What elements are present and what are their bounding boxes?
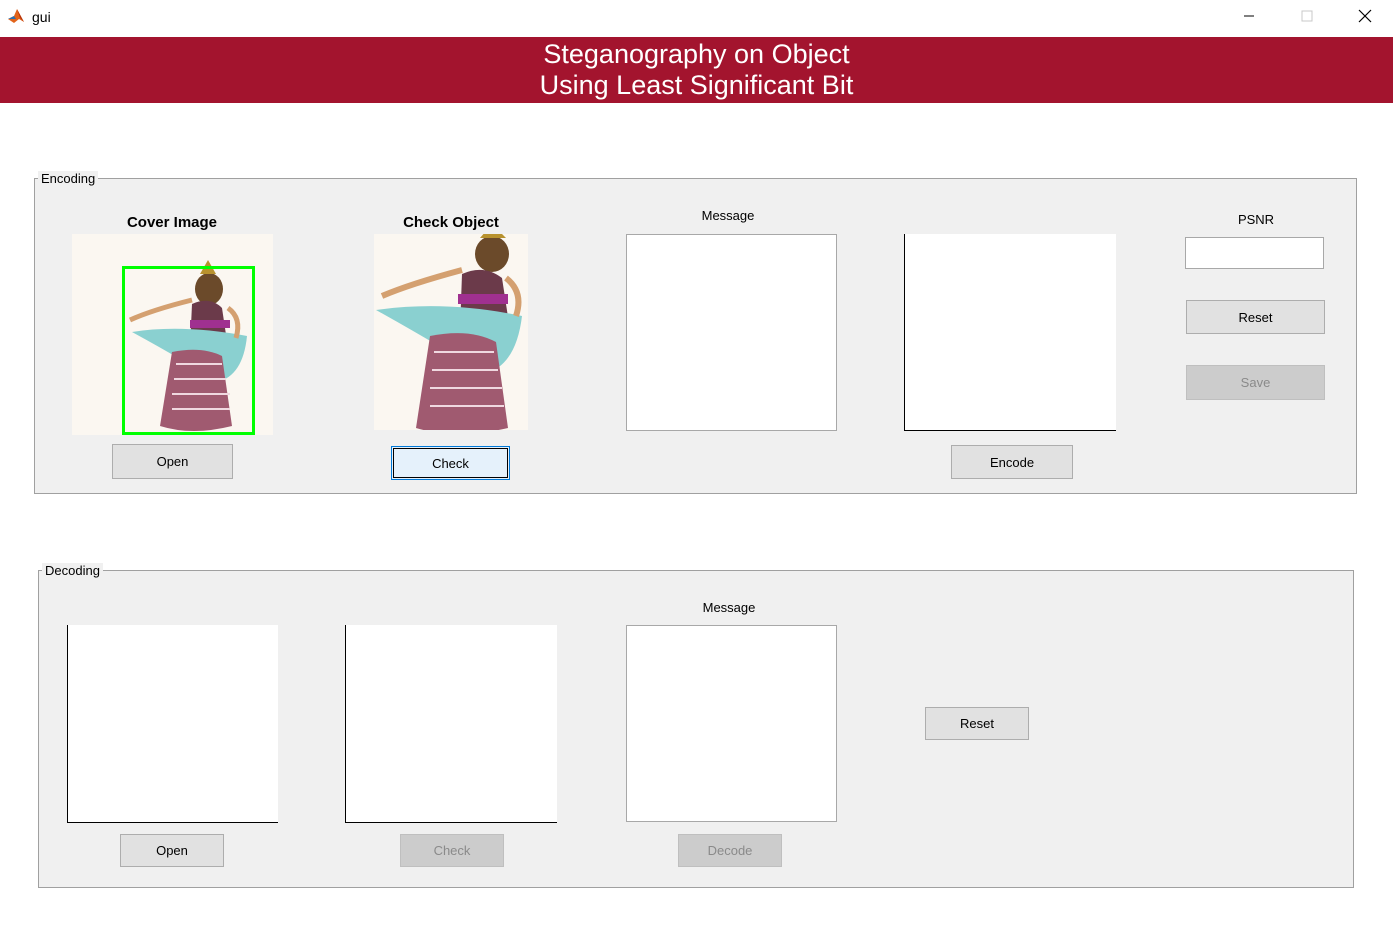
minimize-button[interactable]: [1226, 0, 1272, 32]
encoding-reset-button[interactable]: Reset: [1186, 300, 1325, 334]
decoding-message-label: Message: [702, 600, 756, 615]
stego-image-axes: [904, 234, 1116, 431]
window-title: gui: [32, 9, 51, 25]
decoding-image-axes: [67, 625, 278, 823]
encoding-open-button[interactable]: Open: [112, 444, 233, 479]
cover-image-label: Cover Image: [126, 214, 218, 231]
decoding-open-button[interactable]: Open: [120, 834, 224, 867]
close-button[interactable]: [1342, 0, 1388, 32]
encoding-message-label: Message: [701, 208, 755, 223]
check-object-label: Check Object: [403, 214, 499, 231]
decode-button[interactable]: Decode: [678, 834, 782, 867]
psnr-field[interactable]: [1185, 237, 1324, 269]
encoding-panel-title: Encoding: [38, 171, 99, 186]
psnr-label: PSNR: [1237, 212, 1275, 227]
decoding-message-box[interactable]: [626, 625, 837, 822]
banner-title-line2: Using Least Significant Bit: [539, 70, 854, 100]
banner-title-line1: Steganography on Object: [543, 39, 850, 69]
matlab-icon: [8, 9, 24, 23]
encoding-check-button[interactable]: Check: [391, 446, 510, 480]
minimize-icon: [1244, 15, 1254, 17]
detected-object-box: [122, 266, 255, 435]
encode-button[interactable]: Encode: [951, 445, 1073, 479]
maximize-button[interactable]: [1284, 0, 1330, 32]
check-object-image: [374, 234, 528, 430]
close-icon: [1358, 9, 1372, 23]
decoding-reset-button[interactable]: Reset: [925, 707, 1029, 740]
cover-image: [72, 234, 273, 435]
maximize-icon: [1301, 10, 1313, 22]
cropped-dancer-illustration: [376, 234, 522, 430]
decoding-object-axes: [345, 625, 557, 823]
title-banner: Steganography on Object Using Least Sign…: [0, 37, 1393, 103]
title-bar: gui: [0, 0, 1393, 37]
save-button[interactable]: Save: [1186, 365, 1325, 400]
encoding-message-box[interactable]: [626, 234, 837, 431]
decoding-panel-title: Decoding: [42, 563, 103, 578]
decoding-check-button[interactable]: Check: [400, 834, 504, 867]
